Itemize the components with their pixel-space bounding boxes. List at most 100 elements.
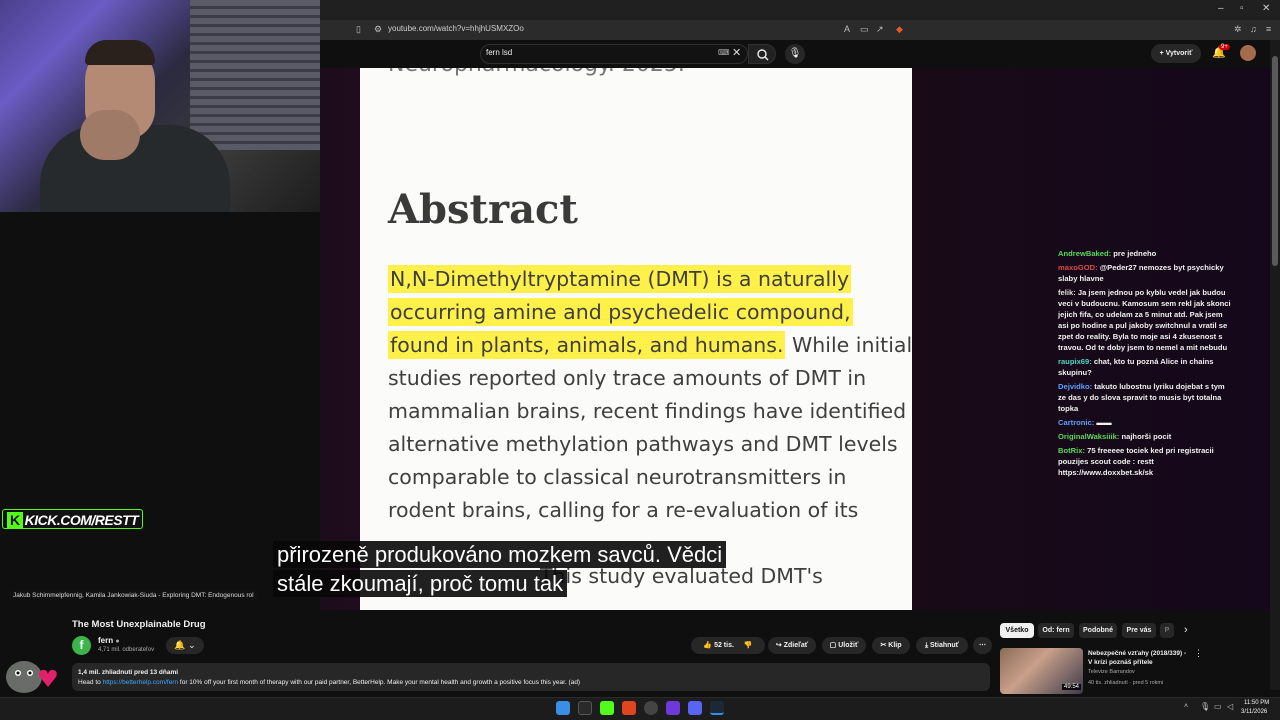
scrollbar-thumb[interactable] [1272,56,1278,266]
like-button[interactable]: 👍 52 tis. [703,642,734,649]
obs-icon[interactable] [644,701,658,715]
subtitle-block: přirozeně produkováno mozkem savců. Vědc… [273,541,727,597]
dislike-button[interactable]: 👎 [744,642,753,649]
bookmark-icon[interactable]: ▯ [356,24,361,35]
clock-date[interactable]: 3/11/2026 [1241,709,1267,715]
verified-icon: ● [115,638,120,645]
chip-similar[interactable]: Podobné [1079,623,1117,638]
download-label: Stiahnuť [930,642,960,649]
betterhelp-link[interactable]: https://betterhelp.com/fern [103,679,179,686]
volume-icon[interactable]: ◁ [1227,702,1233,711]
share-page-icon[interactable]: ↗ [876,24,884,35]
video-description[interactable]: 1,4 mil. zhliadnutí pred 13 dňami Head t… [72,663,990,691]
more-actions-button[interactable]: ⋯ [973,637,992,654]
brave-shield-icon[interactable]: ◆ [896,24,903,35]
mic-tray-icon[interactable]: 🎙 [1200,702,1210,711]
extensions-icon[interactable]: ✲ [1234,24,1242,35]
close-window-icon[interactable]: ✕ [1262,3,1270,14]
recommendation-title[interactable]: Nebezpečné vzťahy (2018/339) - V krízi p… [1088,649,1188,667]
start-menu-icon[interactable] [556,701,570,715]
chat-username: Dejvidko: [1058,382,1093,391]
translate-icon[interactable]: A [844,24,850,34]
page-scrollbar[interactable] [1270,40,1280,690]
create-button[interactable]: + Vytvoriť [1151,44,1201,63]
chevron-right-icon[interactable]: › [1184,624,1188,636]
paper-page: Neuropharmacology. 2025. Abstract N,N-Di… [360,68,912,610]
abstract-heading: Abstract [388,186,578,233]
download-icon: ⤓ [924,642,929,649]
kick-app-icon[interactable] [600,701,614,715]
thumbs-up-icon: 👍 [703,642,713,649]
clip-button[interactable]: ✂ Klip [872,637,910,654]
chat-username: raupix69: [1058,357,1092,366]
chip-for-you[interactable]: Pre vás [1122,623,1156,638]
share-icon: ↪ [775,642,782,649]
chat-message: felik: Ja jsem jednou po kyblu vedel jak… [1058,287,1233,353]
chip-overflow[interactable]: P [1160,623,1174,638]
voice-search-button[interactable]: 🎙 [785,44,805,64]
maximize-icon[interactable]: ▫ [1240,3,1244,14]
app-icon-purple[interactable] [666,701,680,715]
search-button[interactable] [748,44,776,64]
recommendation-channel[interactable]: Televize Barrandov [1088,669,1135,675]
chip-all[interactable]: Všetko [1000,623,1034,638]
chat-username: AndrewBaked: [1058,249,1112,258]
save-button[interactable]: ▢ Uložiť [822,637,866,654]
save-icon: ▢ [829,642,837,649]
share-label: Zdieľať [783,642,809,649]
notification-settings-button[interactable]: 🔔 ⌄ [166,637,204,654]
subtitle-line-1: přirozeně produkováno mozkem savců. Vědc… [273,541,727,568]
network-icon[interactable]: ▭ [1214,702,1222,711]
download-button[interactable]: ⤓ Stiahnuť [916,637,968,654]
chat-text: Ja jsem jednou po kyblu vedel jak budou … [1058,288,1231,352]
subscriber-count: 4,71 mil. odberateľov [98,647,155,653]
chat-text: pre jedneho [1111,249,1157,258]
clear-search-icon[interactable]: ✕ [732,46,741,59]
steam-icon[interactable] [710,701,724,715]
abstract-line-7: comparable to classical neurotransmitter… [388,465,847,489]
chat-message: BotRix: 75 freeeee tociek ked pri regist… [1058,445,1233,478]
video-title: The Most Unexplainable Drug [72,619,206,630]
save-label: Uložiť [838,642,859,649]
chat-text: ▬▬ [1094,418,1112,427]
site-info-icon[interactable]: ⚙ [374,24,382,35]
chip-from-fern[interactable]: Od: fern [1038,623,1074,638]
tray-chevron-icon[interactable]: ˄ [1184,703,1188,710]
discord-icon[interactable] [688,701,702,715]
address-bar[interactable]: ▯ ⚙ youtube.com/watch?v=hhjhUSMXZOo A ▭ … [320,20,1280,40]
views-and-date: 1,4 mil. zhliadnutí pred 13 dňami [78,669,179,676]
url-text[interactable]: youtube.com/watch?v=hhjhUSMXZOo [388,24,524,33]
kick-url: KICK.COM/RESTT [24,512,139,528]
chat-username: maxoGOD: [1058,263,1098,272]
account-avatar[interactable] [1240,45,1256,61]
keyboard-icon[interactable]: ⌨ [718,48,730,57]
music-icon[interactable]: ♫ [1250,24,1257,34]
kick-overlay-badge: K KICK.COM/RESTT [2,509,144,529]
highlighted-line-2: occurring amine and psychedelic compound… [388,298,853,326]
chevron-down-icon: ⌄ [188,640,196,650]
search-box[interactable] [480,44,748,64]
channel-name[interactable]: fern ● [98,636,120,645]
create-label: Vytvoriť [1165,50,1193,57]
brave-browser-icon[interactable] [622,701,636,715]
subtitle-line-2: stále zkoumají, proč tomu tak [273,570,568,597]
highlighted-line-3: found in plants, animals, and humans. [388,331,786,359]
channel-avatar[interactable]: f [72,636,91,655]
task-view-icon[interactable] [578,701,592,715]
search-input[interactable]: fern lsd [486,48,512,57]
menu-icon[interactable]: ≡ [1266,24,1271,34]
notification-count-badge: 9+ [1219,44,1230,50]
minimize-icon[interactable]: – [1218,3,1224,14]
chat-username: felik: [1058,288,1076,297]
cast-icon[interactable]: ▭ [860,24,869,35]
more-icon: ⋯ [979,642,986,649]
description-text: Head to https://betterhelp.com/fern for … [78,678,984,688]
clock-time[interactable]: 11:50 PM [1244,700,1269,706]
abstract-line-6: alternative methylation pathways and DMT… [388,432,898,456]
share-button[interactable]: ↪ Zdieľať [768,637,816,654]
browser-title-bar: – ▫ ✕ [320,0,1280,20]
chat-message: OriginalWaksiiik: najhorši pocit [1058,431,1233,442]
recommendation-meta: 40 tis. zhliadnutí · pred 5 rokmi [1088,680,1164,686]
recommendation-menu-icon[interactable]: ⋮ [1194,648,1203,659]
chat-username: BotRix: [1058,446,1085,455]
